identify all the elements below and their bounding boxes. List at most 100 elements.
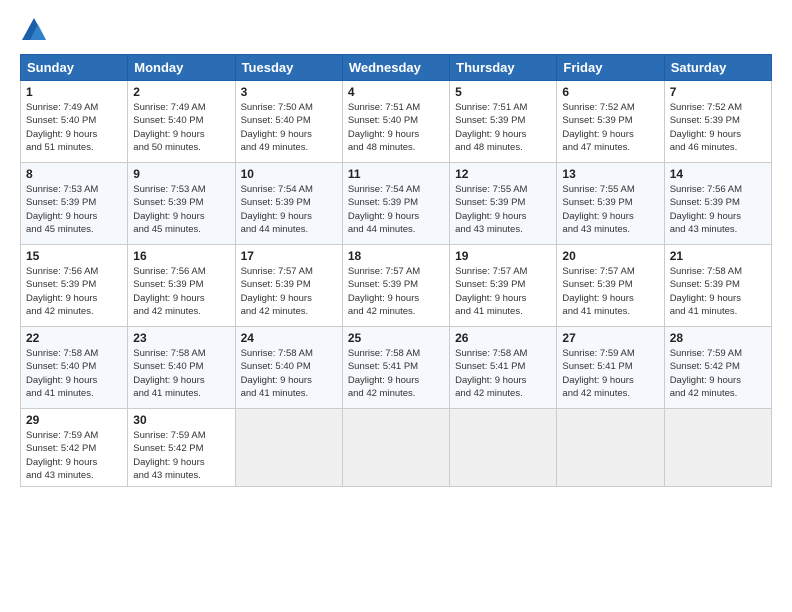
day-info: Sunrise: 7:49 AM Sunset: 5:40 PM Dayligh…	[133, 101, 229, 154]
calendar-cell: 22 Sunrise: 7:58 AM Sunset: 5:40 PM Dayl…	[21, 327, 128, 409]
calendar-cell: 19 Sunrise: 7:57 AM Sunset: 5:39 PM Dayl…	[450, 245, 557, 327]
calendar-cell	[342, 409, 449, 487]
day-number: 28	[670, 331, 766, 345]
day-number: 27	[562, 331, 658, 345]
day-info: Sunrise: 7:58 AM Sunset: 5:41 PM Dayligh…	[455, 347, 551, 400]
calendar-cell: 4 Sunrise: 7:51 AM Sunset: 5:40 PM Dayli…	[342, 81, 449, 163]
calendar-table: SundayMondayTuesdayWednesdayThursdayFrid…	[20, 54, 772, 487]
calendar-cell: 2 Sunrise: 7:49 AM Sunset: 5:40 PM Dayli…	[128, 81, 235, 163]
logo-icon	[20, 16, 48, 44]
calendar-cell: 25 Sunrise: 7:58 AM Sunset: 5:41 PM Dayl…	[342, 327, 449, 409]
day-number: 10	[241, 167, 337, 181]
calendar-day-header: Wednesday	[342, 55, 449, 81]
calendar-day-header: Thursday	[450, 55, 557, 81]
day-info: Sunrise: 7:51 AM Sunset: 5:40 PM Dayligh…	[348, 101, 444, 154]
day-info: Sunrise: 7:59 AM Sunset: 5:41 PM Dayligh…	[562, 347, 658, 400]
calendar-cell: 14 Sunrise: 7:56 AM Sunset: 5:39 PM Dayl…	[664, 163, 771, 245]
day-info: Sunrise: 7:59 AM Sunset: 5:42 PM Dayligh…	[26, 429, 122, 482]
day-number: 15	[26, 249, 122, 263]
day-info: Sunrise: 7:53 AM Sunset: 5:39 PM Dayligh…	[133, 183, 229, 236]
calendar-cell: 23 Sunrise: 7:58 AM Sunset: 5:40 PM Dayl…	[128, 327, 235, 409]
day-number: 6	[562, 85, 658, 99]
day-info: Sunrise: 7:52 AM Sunset: 5:39 PM Dayligh…	[562, 101, 658, 154]
calendar-cell: 24 Sunrise: 7:58 AM Sunset: 5:40 PM Dayl…	[235, 327, 342, 409]
calendar-day-header: Tuesday	[235, 55, 342, 81]
day-number: 17	[241, 249, 337, 263]
calendar-cell: 15 Sunrise: 7:56 AM Sunset: 5:39 PM Dayl…	[21, 245, 128, 327]
day-info: Sunrise: 7:54 AM Sunset: 5:39 PM Dayligh…	[348, 183, 444, 236]
day-info: Sunrise: 7:59 AM Sunset: 5:42 PM Dayligh…	[133, 429, 229, 482]
day-number: 7	[670, 85, 766, 99]
calendar-cell: 21 Sunrise: 7:58 AM Sunset: 5:39 PM Dayl…	[664, 245, 771, 327]
day-info: Sunrise: 7:59 AM Sunset: 5:42 PM Dayligh…	[670, 347, 766, 400]
day-info: Sunrise: 7:56 AM Sunset: 5:39 PM Dayligh…	[26, 265, 122, 318]
day-number: 30	[133, 413, 229, 427]
day-number: 14	[670, 167, 766, 181]
day-number: 16	[133, 249, 229, 263]
day-number: 21	[670, 249, 766, 263]
day-number: 22	[26, 331, 122, 345]
calendar-cell: 30 Sunrise: 7:59 AM Sunset: 5:42 PM Dayl…	[128, 409, 235, 487]
day-number: 2	[133, 85, 229, 99]
calendar-cell: 13 Sunrise: 7:55 AM Sunset: 5:39 PM Dayl…	[557, 163, 664, 245]
logo	[20, 16, 50, 44]
header	[20, 16, 772, 44]
calendar-cell: 28 Sunrise: 7:59 AM Sunset: 5:42 PM Dayl…	[664, 327, 771, 409]
calendar-cell: 20 Sunrise: 7:57 AM Sunset: 5:39 PM Dayl…	[557, 245, 664, 327]
day-info: Sunrise: 7:58 AM Sunset: 5:40 PM Dayligh…	[26, 347, 122, 400]
day-info: Sunrise: 7:58 AM Sunset: 5:40 PM Dayligh…	[133, 347, 229, 400]
day-info: Sunrise: 7:55 AM Sunset: 5:39 PM Dayligh…	[562, 183, 658, 236]
calendar-day-header: Sunday	[21, 55, 128, 81]
calendar-cell	[235, 409, 342, 487]
calendar-cell: 1 Sunrise: 7:49 AM Sunset: 5:40 PM Dayli…	[21, 81, 128, 163]
day-number: 12	[455, 167, 551, 181]
day-info: Sunrise: 7:55 AM Sunset: 5:39 PM Dayligh…	[455, 183, 551, 236]
day-number: 5	[455, 85, 551, 99]
calendar-cell: 27 Sunrise: 7:59 AM Sunset: 5:41 PM Dayl…	[557, 327, 664, 409]
day-info: Sunrise: 7:53 AM Sunset: 5:39 PM Dayligh…	[26, 183, 122, 236]
calendar-cell: 6 Sunrise: 7:52 AM Sunset: 5:39 PM Dayli…	[557, 81, 664, 163]
day-info: Sunrise: 7:56 AM Sunset: 5:39 PM Dayligh…	[133, 265, 229, 318]
calendar-cell: 17 Sunrise: 7:57 AM Sunset: 5:39 PM Dayl…	[235, 245, 342, 327]
day-number: 11	[348, 167, 444, 181]
day-number: 19	[455, 249, 551, 263]
day-number: 18	[348, 249, 444, 263]
day-info: Sunrise: 7:50 AM Sunset: 5:40 PM Dayligh…	[241, 101, 337, 154]
calendar-cell: 9 Sunrise: 7:53 AM Sunset: 5:39 PM Dayli…	[128, 163, 235, 245]
day-number: 9	[133, 167, 229, 181]
calendar-header-row: SundayMondayTuesdayWednesdayThursdayFrid…	[21, 55, 772, 81]
calendar-cell: 3 Sunrise: 7:50 AM Sunset: 5:40 PM Dayli…	[235, 81, 342, 163]
day-info: Sunrise: 7:52 AM Sunset: 5:39 PM Dayligh…	[670, 101, 766, 154]
calendar-day-header: Saturday	[664, 55, 771, 81]
day-info: Sunrise: 7:56 AM Sunset: 5:39 PM Dayligh…	[670, 183, 766, 236]
day-number: 8	[26, 167, 122, 181]
day-number: 20	[562, 249, 658, 263]
calendar-cell: 5 Sunrise: 7:51 AM Sunset: 5:39 PM Dayli…	[450, 81, 557, 163]
calendar-cell	[664, 409, 771, 487]
calendar-day-header: Friday	[557, 55, 664, 81]
calendar-cell: 7 Sunrise: 7:52 AM Sunset: 5:39 PM Dayli…	[664, 81, 771, 163]
day-info: Sunrise: 7:54 AM Sunset: 5:39 PM Dayligh…	[241, 183, 337, 236]
day-info: Sunrise: 7:49 AM Sunset: 5:40 PM Dayligh…	[26, 101, 122, 154]
day-number: 4	[348, 85, 444, 99]
day-info: Sunrise: 7:57 AM Sunset: 5:39 PM Dayligh…	[348, 265, 444, 318]
day-number: 25	[348, 331, 444, 345]
calendar-cell: 10 Sunrise: 7:54 AM Sunset: 5:39 PM Dayl…	[235, 163, 342, 245]
calendar-cell: 8 Sunrise: 7:53 AM Sunset: 5:39 PM Dayli…	[21, 163, 128, 245]
day-number: 29	[26, 413, 122, 427]
day-number: 24	[241, 331, 337, 345]
calendar-cell	[557, 409, 664, 487]
day-info: Sunrise: 7:58 AM Sunset: 5:39 PM Dayligh…	[670, 265, 766, 318]
calendar-cell	[450, 409, 557, 487]
calendar-cell: 26 Sunrise: 7:58 AM Sunset: 5:41 PM Dayl…	[450, 327, 557, 409]
day-number: 13	[562, 167, 658, 181]
day-number: 23	[133, 331, 229, 345]
calendar-cell: 12 Sunrise: 7:55 AM Sunset: 5:39 PM Dayl…	[450, 163, 557, 245]
day-info: Sunrise: 7:57 AM Sunset: 5:39 PM Dayligh…	[241, 265, 337, 318]
calendar-cell: 16 Sunrise: 7:56 AM Sunset: 5:39 PM Dayl…	[128, 245, 235, 327]
day-info: Sunrise: 7:51 AM Sunset: 5:39 PM Dayligh…	[455, 101, 551, 154]
day-number: 3	[241, 85, 337, 99]
day-info: Sunrise: 7:58 AM Sunset: 5:40 PM Dayligh…	[241, 347, 337, 400]
calendar-cell: 11 Sunrise: 7:54 AM Sunset: 5:39 PM Dayl…	[342, 163, 449, 245]
page: SundayMondayTuesdayWednesdayThursdayFrid…	[0, 0, 792, 612]
